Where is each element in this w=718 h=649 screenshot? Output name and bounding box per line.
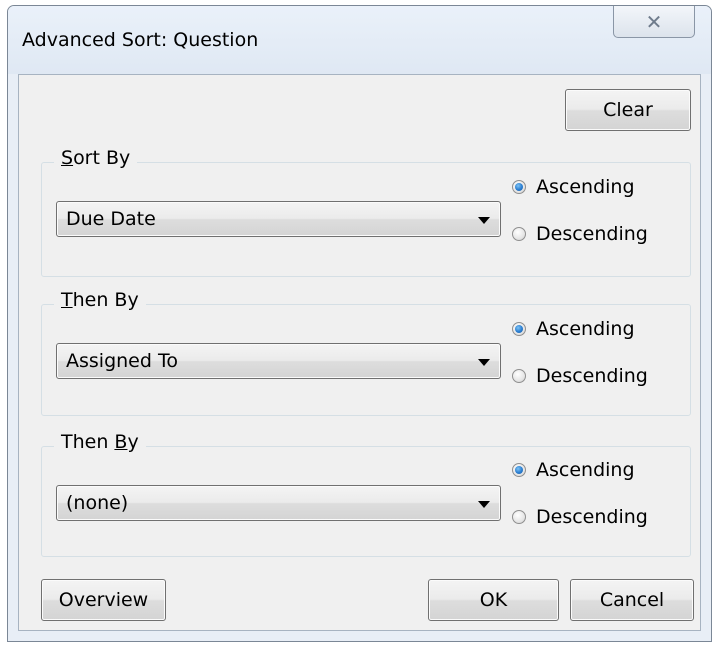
group-label: Then By [54, 431, 146, 453]
sort-by-select[interactable]: Due Date [56, 201, 501, 237]
radio-unchecked-icon [512, 227, 526, 241]
select-value: (none) [66, 492, 129, 514]
radio-label: Ascending [536, 459, 635, 481]
then-by-2-ascending-radio[interactable]: Ascending [512, 457, 635, 483]
group-label: Sort By [54, 147, 138, 169]
then-by-select-1[interactable]: Assigned To [56, 343, 501, 379]
radio-label: Descending [536, 223, 648, 245]
group-label: Then By [54, 289, 146, 311]
radio-unchecked-icon [512, 369, 526, 383]
radio-unchecked-icon [512, 510, 526, 524]
overview-button[interactable]: Overview [41, 579, 166, 621]
chevron-down-icon [478, 217, 490, 224]
then-by-1-ascending-radio[interactable]: Ascending [512, 316, 635, 342]
close-button[interactable]: ✕ [613, 6, 695, 38]
radio-label: Ascending [536, 176, 635, 198]
sort-by-group: Sort By Due Date Ascending Descending [41, 147, 691, 277]
chevron-down-icon [478, 359, 490, 366]
dialog-title: Advanced Sort: Question [22, 29, 259, 51]
then-by-select-2[interactable]: (none) [56, 485, 501, 521]
then-by-group-1: Then By Assigned To Ascending Descending [41, 289, 691, 416]
close-icon: ✕ [645, 9, 663, 34]
radio-checked-icon [512, 180, 526, 194]
then-by-group-2: Then By (none) Ascending Descending [41, 431, 691, 557]
chevron-down-icon [478, 501, 490, 508]
radio-label: Descending [536, 506, 648, 528]
then-by-2-descending-radio[interactable]: Descending [512, 504, 648, 530]
clear-button[interactable]: Clear [565, 89, 691, 131]
sort-by-descending-radio[interactable]: Descending [512, 221, 648, 247]
ok-button[interactable]: OK [428, 579, 559, 621]
select-value: Assigned To [66, 350, 178, 372]
radio-checked-icon [512, 463, 526, 477]
title-bar: Advanced Sort: Question ✕ [8, 6, 711, 74]
radio-label: Descending [536, 365, 648, 387]
sort-by-ascending-radio[interactable]: Ascending [512, 174, 635, 200]
then-by-1-descending-radio[interactable]: Descending [512, 363, 648, 389]
select-value: Due Date [66, 208, 156, 230]
radio-checked-icon [512, 322, 526, 336]
cancel-button[interactable]: Cancel [570, 579, 694, 621]
advanced-sort-dialog: Advanced Sort: Question ✕ Clear Sort By … [7, 5, 712, 642]
radio-label: Ascending [536, 318, 635, 340]
dialog-body: Clear Sort By Due Date Ascending Descend… [18, 74, 701, 631]
